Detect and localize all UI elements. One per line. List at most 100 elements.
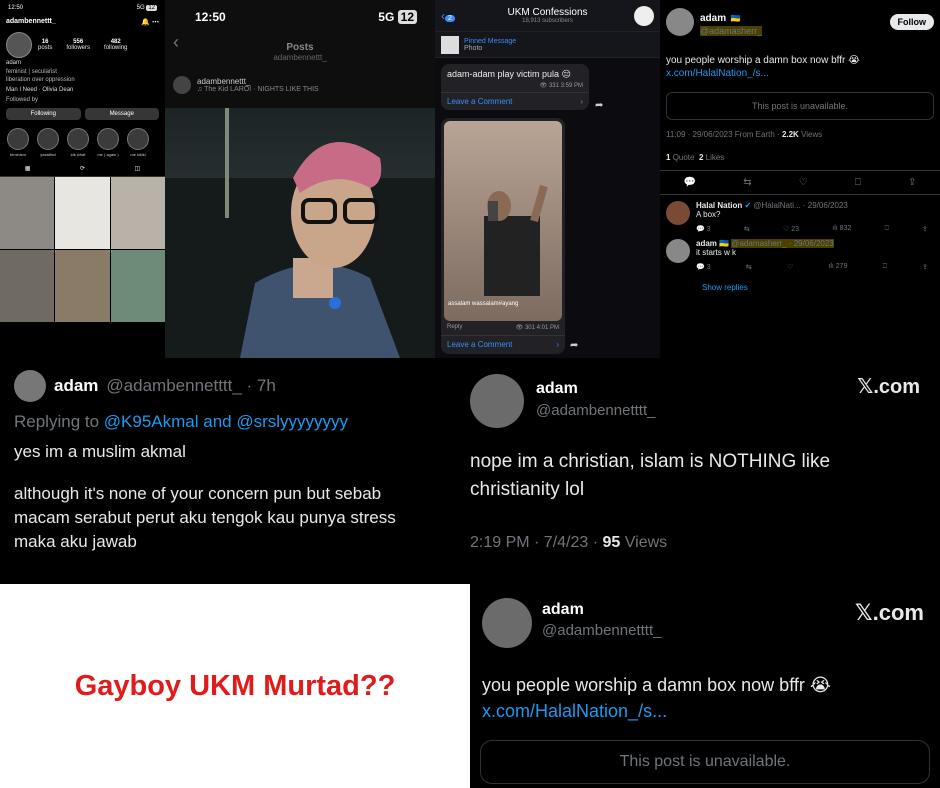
instagram-profile-panel: 12:50 5G 12 adambennettt_ 🔔 ⋯ 16 posts 55… [0,0,165,358]
stat-posts[interactable]: 16 posts [38,39,52,51]
profile-summary: 16 posts 556 followers 482 following [0,26,165,58]
reply-tweet[interactable]: Halal Nation ✔ @HalalNati... · 29/06/202… [660,195,940,233]
message-button[interactable]: Message [84,108,159,120]
following-button[interactable]: Following [6,108,81,120]
message-bubble[interactable]: adam-adam play victim pula 😔 👁 331 3:59 … [441,64,589,110]
author-name[interactable]: adam [542,601,661,619]
back-icon[interactable]: ‹ 2 [441,9,461,23]
avatar[interactable] [482,598,532,648]
stat-followers[interactable]: 556 followers [66,39,90,51]
grid-post[interactable] [55,177,110,249]
post-song[interactable]: ♫ The Kid LAROI · NIGHTS LIKE THIS [197,86,319,93]
highlight-item[interactable]: me ( again ) [96,128,120,157]
reply-icon[interactable]: 💬 [684,177,696,188]
avatar[interactable] [470,374,524,428]
tweet-text: nope im a christian, islam is NOTHING li… [470,451,831,500]
stat-following[interactable]: 482 following [104,39,127,51]
author-handle[interactable]: @adambennetttt_ · 7h [106,376,275,396]
battery-icon: 12 [146,5,157,11]
follow-button[interactable]: Follow [889,14,934,30]
highlight-item[interactable]: me kikiki [126,128,150,157]
profile-header: adambennettt_ 🔔 ⋯ [0,11,165,26]
reply-tweet[interactable]: adam 🇺🇦 @adamasherr_ · 29/06/2023 it sta… [660,233,940,271]
avatar[interactable] [666,8,694,36]
show-replies-link[interactable]: Show replies [660,271,940,292]
x-logo: 𝕏.com [857,376,920,398]
photo-message[interactable]: assalam wassalam#ayang Reply 👁 301 4:01 … [441,118,565,354]
share-icon: ⇪ [922,264,928,271]
message-photo[interactable]: assalam wassalam#ayang [444,121,562,321]
share-icon[interactable]: ➦ [570,340,578,351]
chevron-right-icon: › [556,340,559,349]
views-icon: ılı 832 [832,225,852,232]
author-name[interactable]: adambennettt_ [197,77,319,86]
pinned-message-bar[interactable]: Pinned Message Photo [435,32,660,58]
tweet-link[interactable]: x.com/HalalNation_/s... [666,67,934,80]
share-icon[interactable]: ⇪ [908,177,916,188]
bookmark-icon[interactable]: ⎕ [855,177,861,188]
back-icon[interactable]: ‹ [173,32,179,53]
author-avatar[interactable] [173,76,191,94]
author-name[interactable]: adam [536,380,655,398]
grid-post[interactable] [0,177,55,249]
verified-icon: ✔ [744,201,752,210]
tweet-meta: 11:09 · 29/06/2023 From Earth · 2.2K Vie… [666,130,823,139]
eye-icon: 👁 [539,83,548,89]
leave-comment-link[interactable]: Leave a Comment › [441,335,565,353]
leave-comment-link[interactable]: Leave a Comment › [441,92,589,110]
grid-post[interactable] [110,250,165,322]
tweet-header: adam 🇺🇦 @adamasherr_ Follow [660,0,940,36]
author-handle[interactable]: @adambennetttt_ [542,622,661,639]
profile-song[interactable]: Man I Need · Olivia Dean [0,84,165,96]
profile-stats: 16 posts 556 followers 482 following [38,39,127,51]
posts-subtitle: adambennettt_ [273,53,327,62]
telegram-topbar: ‹ 2 UKM Confessions 18,913 subscribers [435,0,660,32]
reply-icon: 💬 3 [696,264,711,271]
photo-caption: assalam wassalam#ayang [448,301,519,307]
tweet-engagement: 1 Quote 2 Likes [660,139,940,171]
followed-by-text[interactable]: Followed by [0,96,165,104]
author-name[interactable]: adam [700,13,726,24]
retweet-icon[interactable]: ⇆ [743,177,751,188]
eye-icon: 👁 [515,325,524,331]
like-icon[interactable]: ♡ [799,177,808,188]
highlight-item[interactable]: yassified [36,128,60,157]
message-text: adam-adam play victim pula 😔 [447,69,571,79]
tagged-icon[interactable]: ◫ [135,165,141,172]
avatar[interactable] [14,370,46,402]
music-icon: ♫ [197,86,203,93]
pinned-type: Photo [464,44,483,52]
telegram-channel-panel: ‹ 2 UKM Confessions 18,913 subscribers Pin… [435,0,660,358]
replying-to-users[interactable]: @K95Akmal and @srslyyyyyyyy [104,412,348,431]
grid-icon[interactable]: ▦ [25,165,31,172]
avatar[interactable] [666,239,690,263]
author-name[interactable]: adam [54,376,98,396]
reply-actions: 💬 3 ⇆ ♡ 23 ılı 832 ⎕ ⇪ [696,225,934,233]
avatar[interactable] [666,201,690,225]
profile-tabs: ▦ ⟳ ◫ [0,161,165,177]
grid-post[interactable] [55,250,110,322]
bell-icon[interactable]: 🔔 [141,19,150,26]
highlight-item[interactable]: feminism [6,128,30,157]
author-handle[interactable]: @adamasherr_ [700,26,763,36]
channel-avatar[interactable] [634,5,654,26]
retweet-icon: ⇆ [743,226,750,233]
author-handle[interactable]: @adambennetttt_ [536,402,655,419]
like-icon: ♡ 23 [782,226,800,233]
share-icon[interactable]: ➦ [595,100,603,111]
profile-avatar[interactable] [6,32,32,58]
channel-subscribers: 18,913 subscribers [522,18,573,24]
pinned-thumbnail [441,35,459,54]
instagram-post-panel: 12:50 5G 12 ‹ Posts adambennettt_ adambe… [165,0,435,358]
tweet-link[interactable]: x.com/HalalNation_/s... [482,701,667,721]
reels-icon[interactable]: ⟳ [80,165,85,172]
channel-title-block[interactable]: UKM Confessions 18,913 subscribers [461,7,634,24]
grid-post[interactable] [0,250,55,322]
reply-text: A box? [696,210,721,219]
highlight-item[interactable]: idk what [66,128,90,157]
grid-post[interactable] [110,177,165,249]
unread-badge: 2 [445,14,455,22]
tweet-header: adam @adambennetttt_ 𝕏.com [434,358,940,428]
tweet-text: you people worship a damn box now bffr 😭… [660,36,940,80]
more-icon[interactable]: ⋯ [152,19,159,26]
